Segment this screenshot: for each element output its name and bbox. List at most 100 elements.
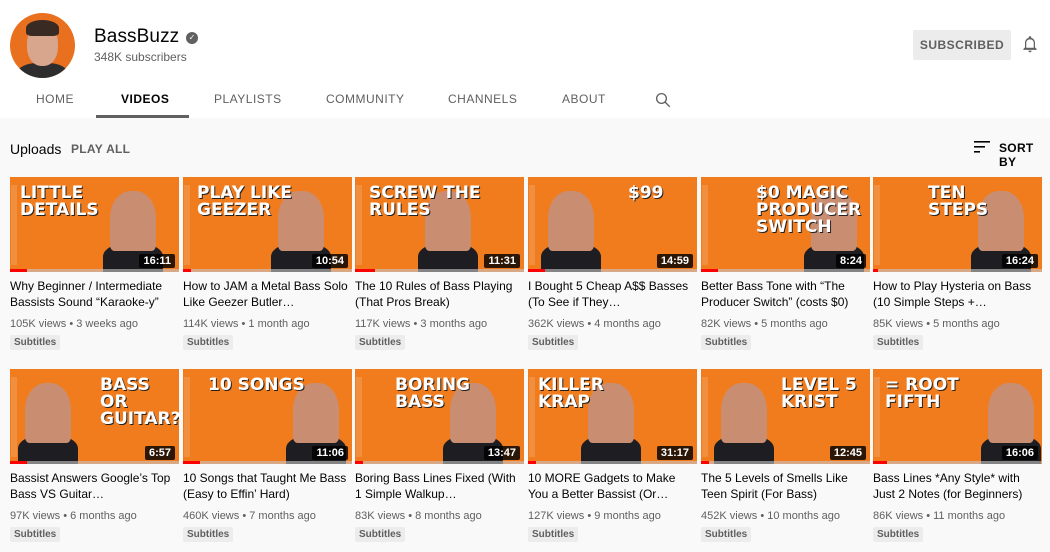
thumbnail-text: SCREW THE RULES: [369, 185, 524, 219]
video-meta: 105K views • 3 weeks ago: [10, 318, 138, 330]
thumbnail-person-head: [988, 383, 1034, 443]
video-title[interactable]: How to JAM a Metal Bass Solo Like Geezer…: [183, 278, 348, 310]
video-thumbnail[interactable]: $0 MAGIC PRODUCER SWITCH 8:24: [701, 177, 870, 272]
video-thumbnail[interactable]: 10 SONGS 11:06: [183, 369, 352, 464]
notification-bell-icon[interactable]: [1020, 34, 1040, 54]
active-tab-indicator: [96, 115, 189, 118]
video-thumbnail[interactable]: SCREW THE RULES 11:31: [355, 177, 524, 272]
sort-icon[interactable]: [974, 140, 990, 154]
video-duration: 10:54: [311, 254, 348, 268]
video-card[interactable]: KILLER KRAP 31:17 10 MORE Gadgets to Make Y…: [528, 369, 697, 549]
thumbnail-watermark: [529, 185, 535, 265]
video-thumbnail[interactable]: KILLER KRAP 31:17: [528, 369, 697, 464]
tab-channels[interactable]: CHANNELS: [448, 81, 517, 118]
video-meta: 362K views • 4 months ago: [528, 318, 661, 330]
watch-progress-track: [355, 461, 524, 464]
thumbnail-watermark: [356, 377, 362, 457]
video-title[interactable]: Bass Lines *Any Style* with Just 2 Notes…: [873, 470, 1038, 502]
play-all-button[interactable]: PLAY ALL: [71, 142, 130, 156]
watch-progress-track: [701, 269, 870, 272]
channel-header: BassBuzz ✓ 348K subscribers SUBSCRIBED H…: [0, 0, 1050, 118]
thumbnail-watermark: [874, 185, 880, 265]
subscribed-button[interactable]: SUBSCRIBED: [913, 30, 1011, 60]
video-meta: 117K views • 3 months ago: [355, 318, 487, 330]
video-thumbnail[interactable]: PLAY LIKE GEEZER 10:54: [183, 177, 352, 272]
thumbnail-watermark: [529, 377, 535, 457]
video-card[interactable]: $0 MAGIC PRODUCER SWITCH 8:24 Better Bass To…: [701, 177, 870, 357]
video-card[interactable]: 10 SONGS 11:06 10 Songs that Taught Me Bas…: [183, 369, 352, 549]
tab-videos[interactable]: VIDEOS: [121, 81, 169, 118]
video-title[interactable]: Bassist Answers Google’s Top Bass VS Gui…: [10, 470, 175, 502]
watch-progress-bar: [873, 461, 887, 464]
video-title[interactable]: How to Play Hysteria on Bass (10 Simple …: [873, 278, 1038, 310]
sort-by-button[interactable]: SORT BY: [999, 141, 1050, 169]
video-thumbnail[interactable]: = ROOT FIFTH 16:06: [873, 369, 1042, 464]
video-title[interactable]: The 10 Rules of Bass Playing (That Pros …: [355, 278, 520, 310]
meta-separator: •: [584, 318, 595, 330]
thumbnail-text: TEN STEPS: [928, 185, 988, 219]
uploads-label[interactable]: Uploads: [10, 141, 61, 157]
tab-about[interactable]: ABOUT: [562, 81, 606, 118]
channel-avatar[interactable]: [10, 13, 75, 78]
subtitles-badge: Subtitles: [873, 527, 924, 542]
thumbnail-watermark: [184, 185, 190, 265]
video-card[interactable]: LEVEL 5 KRIST 12:45 The 5 Levels of Smells …: [701, 369, 870, 549]
video-age: 5 months ago: [761, 318, 828, 330]
tab-playlists[interactable]: PLAYLISTS: [214, 81, 282, 118]
thumbnail-text-line: BASS OR: [100, 375, 150, 412]
video-title[interactable]: I Bought 5 Cheap A$$ Basses (To See if T…: [528, 278, 693, 310]
video-title[interactable]: Boring Bass Lines Fixed (With 1 Simple W…: [355, 470, 520, 502]
video-thumbnail[interactable]: BORING BASS 13:47: [355, 369, 524, 464]
tab-community[interactable]: COMMUNITY: [326, 81, 405, 118]
tab-home[interactable]: HOME: [36, 81, 74, 118]
video-card[interactable]: BORING BASS 13:47 Boring Bass Lines Fixed (…: [355, 369, 524, 549]
thumbnail-person-head: [25, 383, 71, 443]
thumbnail-text-line: STEPS: [928, 200, 989, 220]
video-meta: 83K views • 8 months ago: [355, 510, 482, 522]
video-duration: 13:47: [483, 446, 520, 460]
thumbnail-watermark: [702, 377, 708, 457]
video-title[interactable]: 10 Songs that Taught Me Bass (Easy to Ef…: [183, 470, 348, 502]
watch-progress-bar: [355, 269, 375, 272]
video-card[interactable]: BASS OR GUITAR? 6:57 Bassist Answers Google…: [10, 369, 179, 549]
video-views: 117K views: [355, 318, 411, 330]
watch-progress-track: [355, 269, 524, 272]
video-card[interactable]: SCREW THE RULES 11:31 The 10 Rules of Bass…: [355, 177, 524, 357]
meta-separator: •: [751, 318, 762, 330]
video-thumbnail[interactable]: LEVEL 5 KRIST 12:45: [701, 369, 870, 464]
video-meta: 127K views • 9 months ago: [528, 510, 661, 522]
video-thumbnail[interactable]: TEN STEPS 16:24: [873, 177, 1042, 272]
video-card[interactable]: $99 14:59 I Bought 5 Cheap A$$ Basses (To …: [528, 177, 697, 357]
thumbnail-text: PLAY LIKE GEEZER: [197, 185, 292, 219]
video-age: 5 months ago: [933, 318, 1000, 330]
video-card[interactable]: TEN STEPS 16:24 How to Play Hysteria on Bas…: [873, 177, 1042, 357]
verified-check-icon: ✓: [186, 32, 198, 44]
video-views: 460K views: [183, 510, 240, 522]
meta-separator: •: [923, 318, 934, 330]
channel-name[interactable]: BassBuzz: [94, 26, 179, 48]
video-card[interactable]: = ROOT FIFTH 16:06 Bass Lines *Any Style* w…: [873, 369, 1042, 549]
video-thumbnail[interactable]: $99 14:59: [528, 177, 697, 272]
watch-progress-track: [701, 461, 870, 464]
video-title[interactable]: Why Beginner / Intermediate Bassists Sou…: [10, 278, 175, 310]
video-card[interactable]: LITTLE DETAILS 16:11 Why Beginner / Interme…: [10, 177, 179, 357]
thumbnail-text-line: 10 SONGS: [208, 375, 305, 395]
video-card[interactable]: PLAY LIKE GEEZER 10:54 How to JAM a Metal B…: [183, 177, 352, 357]
video-views: 105K views: [10, 318, 67, 330]
video-views: 82K views: [701, 318, 752, 330]
video-thumbnail[interactable]: LITTLE DETAILS 16:11: [10, 177, 179, 272]
video-title[interactable]: Better Bass Tone with “The Producer Swit…: [701, 278, 866, 310]
search-icon[interactable]: [654, 91, 672, 109]
thumbnail-watermark: [184, 377, 190, 457]
subtitles-badge: Subtitles: [10, 335, 61, 350]
video-thumbnail[interactable]: BASS OR GUITAR? 6:57: [10, 369, 179, 464]
video-views: 127K views: [528, 510, 585, 522]
thumbnail-person-head: [721, 383, 767, 443]
video-title[interactable]: 10 MORE Gadgets to Make You a Better Bas…: [528, 470, 693, 502]
video-views: 83K views: [355, 510, 406, 522]
thumbnail-person-head: [110, 191, 156, 251]
thumbnail-watermark: [11, 185, 17, 265]
video-views: 362K views: [528, 318, 585, 330]
video-title[interactable]: The 5 Levels of Smells Like Teen Spirit …: [701, 470, 866, 502]
subtitles-badge: Subtitles: [528, 527, 579, 542]
